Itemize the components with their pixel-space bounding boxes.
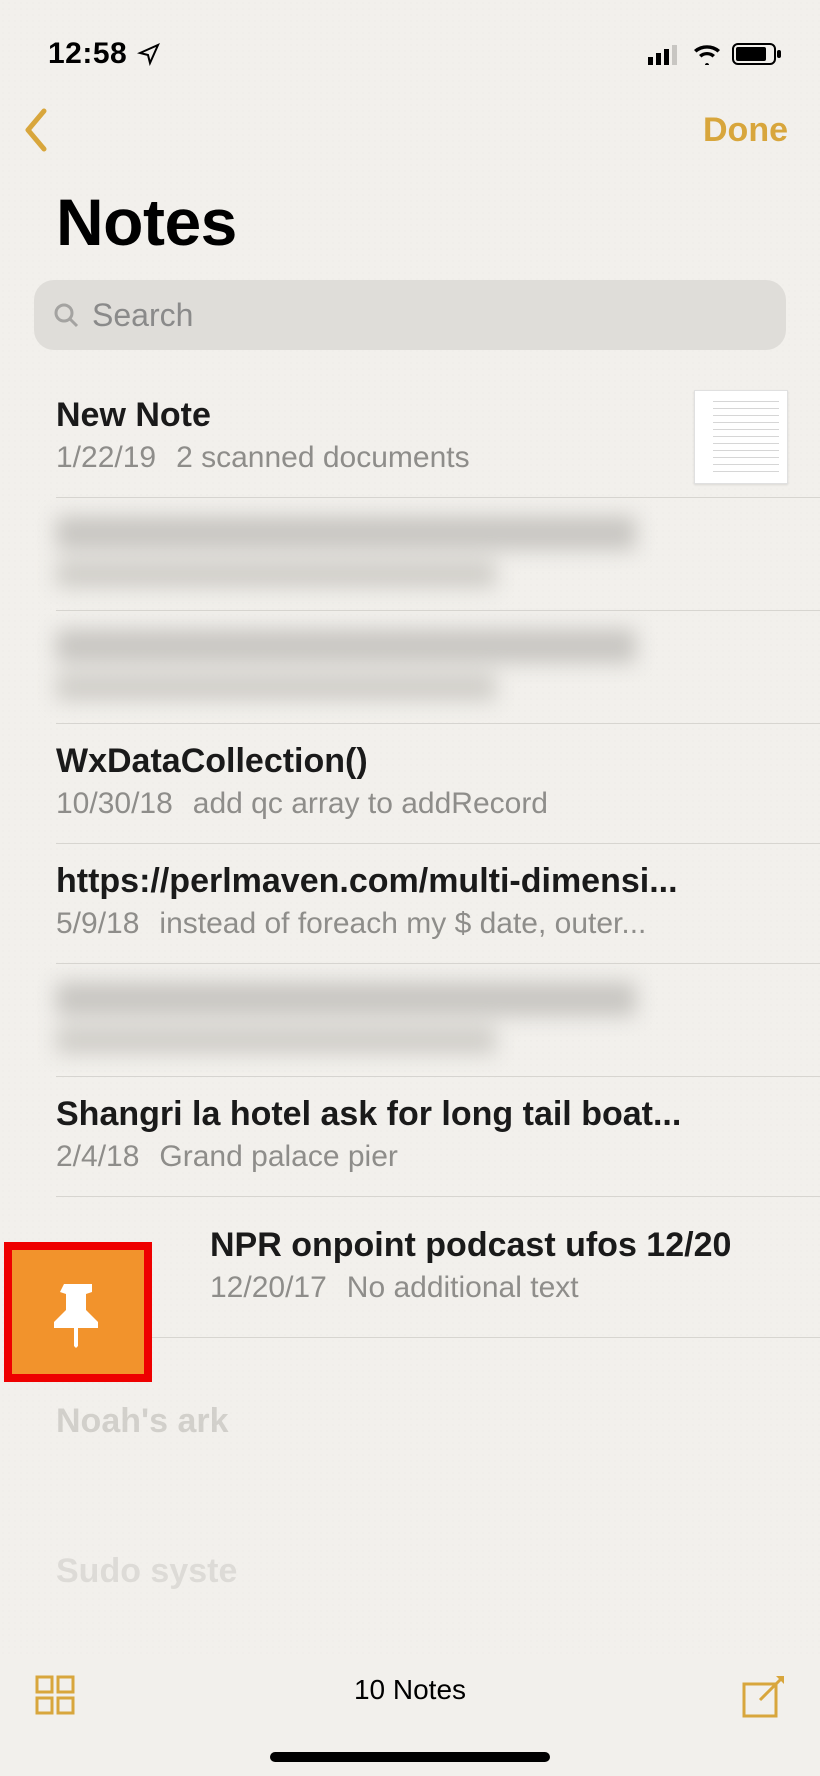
note-preview: instead of foreach my $ date, outer... (159, 907, 646, 941)
back-button[interactable] (22, 107, 52, 153)
separator (56, 963, 820, 964)
note-title: New Note (56, 396, 680, 435)
attachment-thumbnail (694, 390, 788, 484)
notes-list: New Note 1/22/19 2 scanned documents WxD… (0, 378, 820, 1338)
page-title: Notes (0, 160, 820, 280)
note-title: WxDataCollection() (56, 742, 696, 781)
note-date: 2/4/18 (56, 1140, 139, 1174)
note-subtitle: 10/30/18 add qc array to addRecord (56, 787, 790, 821)
note-date: 10/30/18 (56, 787, 173, 821)
separator (56, 610, 820, 611)
list-item[interactable]: New Note 1/22/19 2 scanned documents (0, 378, 820, 497)
gallery-view-button[interactable] (34, 1674, 76, 1721)
note-preview: No additional text (347, 1271, 579, 1305)
note-title: Shangri la hotel ask for long tail boat.… (56, 1095, 696, 1134)
note-subtitle: 5/9/18 instead of foreach my $ date, out… (56, 907, 790, 941)
search-placeholder: Search (92, 297, 193, 334)
note-preview: 2 scanned documents (176, 441, 470, 475)
note-subtitle: 2/4/18 Grand palace pier (56, 1140, 790, 1174)
pin-swipe-action[interactable] (4, 1242, 152, 1382)
pin-icon (48, 1276, 108, 1348)
status-bar: 12:58 (0, 0, 820, 80)
location-icon (137, 42, 161, 66)
search-icon (52, 301, 80, 329)
search-input[interactable]: Search (34, 280, 786, 350)
list-item[interactable]: WxDataCollection() 10/30/18 add qc array… (0, 724, 820, 843)
note-subtitle: 1/22/19 2 scanned documents (56, 441, 680, 475)
done-button[interactable]: Done (703, 111, 788, 150)
list-item-partial[interactable]: Noah's ark (56, 1402, 229, 1441)
status-right (648, 42, 782, 66)
notes-count-label: 10 Notes (0, 1674, 820, 1706)
separator (56, 1337, 820, 1338)
status-time: 12:58 (48, 37, 127, 71)
note-date: 5/9/18 (56, 907, 139, 941)
list-item-partial[interactable]: Sudo syste (56, 1552, 237, 1591)
note-preview: add qc array to addRecord (193, 787, 548, 821)
note-subtitle: 12/20/17 No additional text (210, 1271, 790, 1305)
cellular-icon (648, 43, 682, 65)
chevron-left-icon (22, 107, 52, 153)
search-container: Search (34, 280, 786, 350)
nav-bar: Done (0, 80, 820, 160)
list-item[interactable] (0, 611, 820, 723)
note-title: https://perlmaven.com/multi-dimensi... (56, 862, 696, 901)
list-item[interactable]: https://perlmaven.com/multi-dimensi... 5… (0, 844, 820, 963)
separator (56, 497, 820, 498)
battery-icon (732, 42, 782, 66)
compose-icon (740, 1674, 786, 1720)
compose-button[interactable] (740, 1674, 786, 1725)
home-indicator[interactable] (270, 1752, 550, 1762)
note-title: NPR onpoint podcast ufos 12/20 (210, 1226, 790, 1265)
note-preview: Grand palace pier (159, 1140, 397, 1174)
list-item[interactable] (0, 964, 820, 1076)
list-item[interactable] (0, 498, 820, 610)
grid-icon (34, 1674, 76, 1716)
status-left: 12:58 (48, 37, 161, 71)
wifi-icon (692, 43, 722, 65)
list-item[interactable]: Shangri la hotel ask for long tail boat.… (0, 1077, 820, 1196)
note-date: 1/22/19 (56, 441, 156, 475)
note-date: 12/20/17 (210, 1271, 327, 1305)
